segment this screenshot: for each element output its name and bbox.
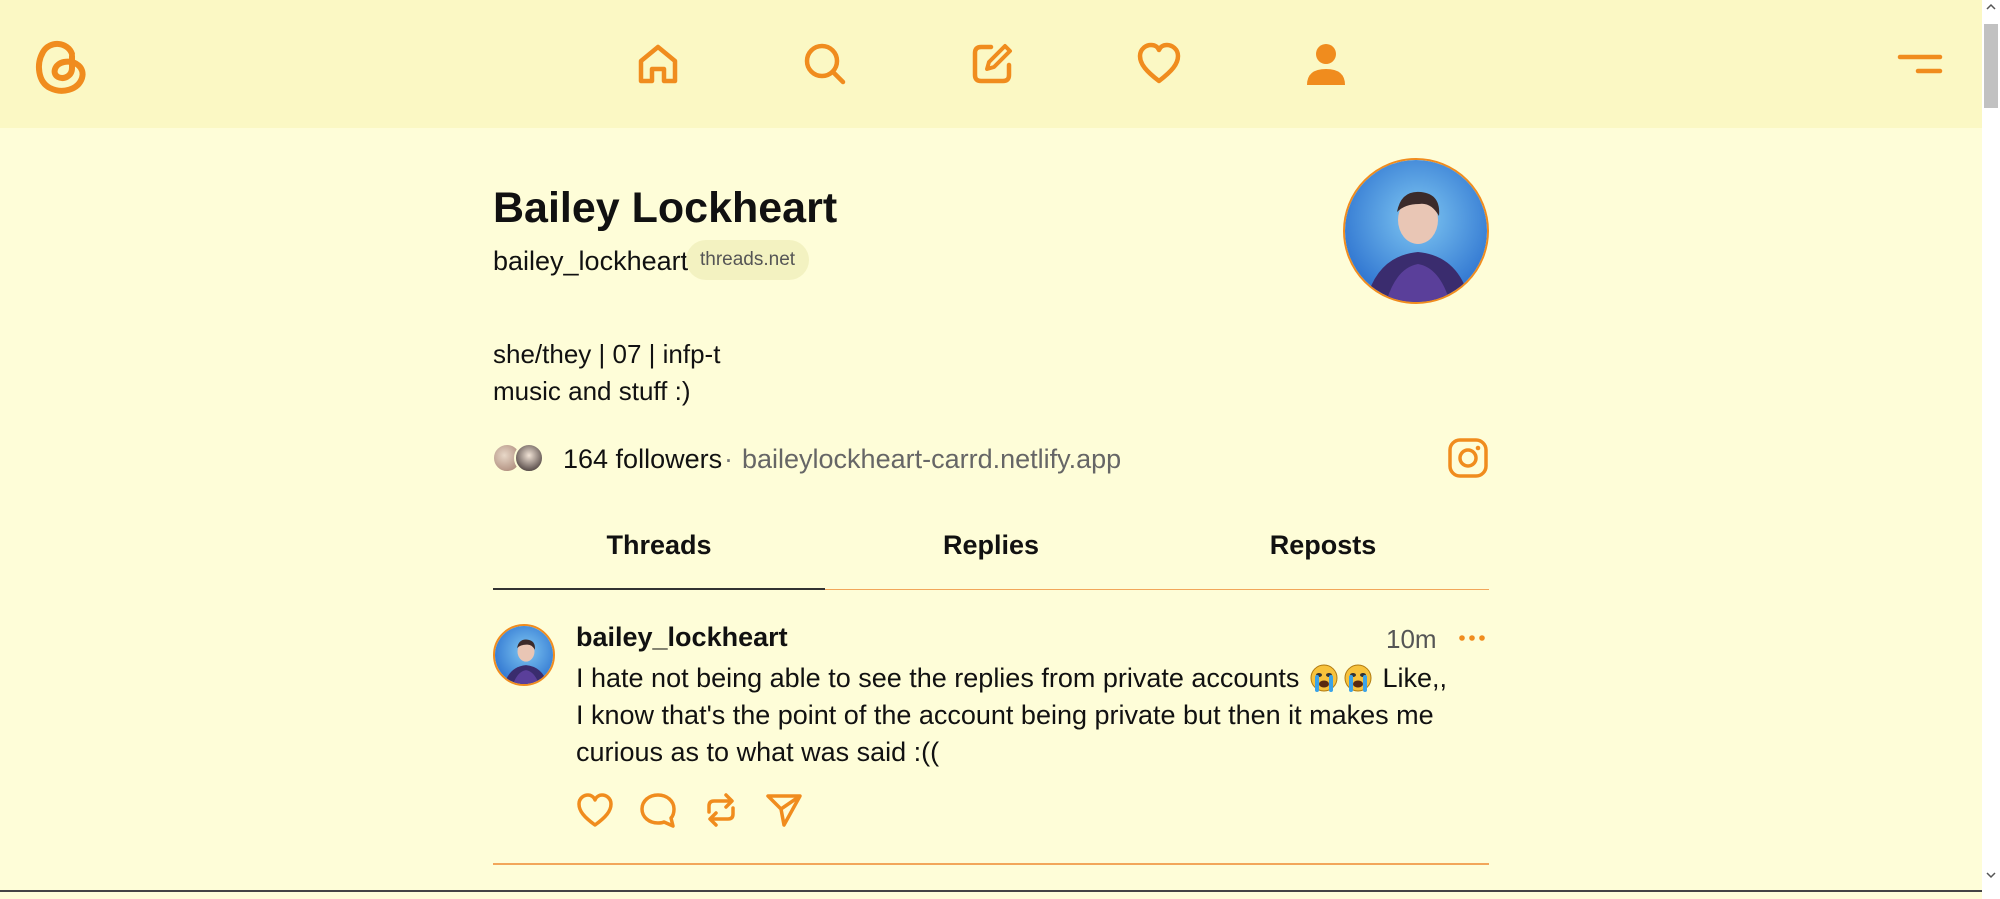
follower-avatar: [514, 443, 544, 473]
post-text-part: I hate not being able to see the replies…: [576, 663, 1300, 693]
compose-icon[interactable]: [966, 38, 1018, 90]
follower-avatars[interactable]: [492, 443, 548, 473]
instagram-icon[interactable]: [1448, 438, 1488, 478]
repost-icon[interactable]: [701, 790, 741, 830]
threads-logo-icon[interactable]: [32, 32, 90, 96]
post-timestamp: 10m: [1386, 624, 1437, 654]
scroll-down-icon[interactable]: [1986, 870, 1996, 880]
post-divider: [493, 863, 1489, 865]
share-icon[interactable]: [764, 790, 804, 830]
profile-name: Bailey Lockheart: [493, 184, 838, 232]
post-username[interactable]: bailey_lockheart: [576, 622, 788, 653]
followers-count[interactable]: 164 followers: [563, 444, 722, 475]
profile-bio: she/they | 07 | infp-t music and stuff :…: [493, 336, 720, 410]
crying-face-icon: [1310, 664, 1338, 692]
window-bottom-edge: [0, 890, 1982, 892]
comment-icon[interactable]: [638, 790, 678, 830]
tab-reposts[interactable]: Reposts: [1157, 530, 1489, 561]
heart-icon[interactable]: [1133, 38, 1185, 90]
profile-link[interactable]: baileylockheart-carrd.netlify.app: [742, 444, 1121, 475]
search-icon[interactable]: [799, 38, 851, 90]
profile-avatar[interactable]: [1343, 158, 1489, 304]
menu-icon[interactable]: [1896, 48, 1944, 82]
like-icon[interactable]: [575, 790, 615, 830]
post-text: I hate not being able to see the replies…: [576, 660, 1456, 771]
crying-face-icon: [1344, 664, 1372, 692]
separator-dot: ·: [724, 444, 733, 474]
bio-line: she/they | 07 | infp-t: [493, 339, 721, 369]
scroll-up-icon[interactable]: [1986, 2, 1996, 12]
profile-handle: bailey_lockheart: [493, 246, 689, 276]
post-avatar[interactable]: [493, 624, 555, 686]
tab-replies[interactable]: Replies: [825, 530, 1157, 561]
domain-badge[interactable]: threads.net: [686, 240, 810, 280]
active-tab-indicator: [493, 588, 825, 590]
top-navigation-bar: [0, 0, 1982, 128]
tab-threads[interactable]: Threads: [493, 530, 825, 561]
profile-icon[interactable]: [1300, 38, 1352, 90]
home-icon[interactable]: [632, 38, 684, 90]
more-options-icon[interactable]: [1457, 626, 1487, 650]
bio-line: music and stuff :): [493, 376, 691, 406]
scrollbar-thumb[interactable]: [1984, 24, 1998, 108]
page-scrollbar[interactable]: [1982, 0, 2000, 899]
